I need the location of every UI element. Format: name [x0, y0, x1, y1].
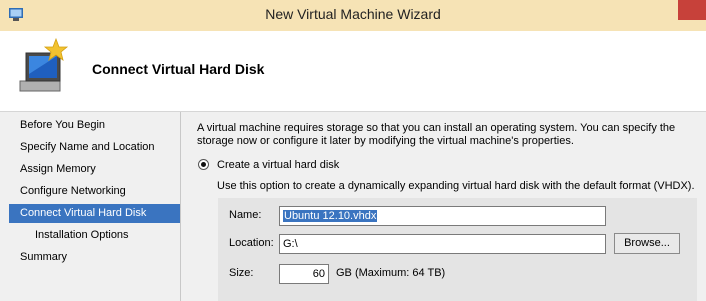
wizard-computer-icon — [19, 37, 69, 92]
create-vhd-description: Use this option to create a dynamically … — [217, 180, 695, 192]
size-unit-label: GB (Maximum: 64 TB) — [336, 267, 446, 279]
create-vhd-label[interactable]: Create a virtual hard disk — [217, 159, 339, 171]
wizard-nav: Before You Begin Specify Name and Locati… — [0, 112, 181, 301]
size-field[interactable]: 60 — [279, 264, 329, 284]
title-bar: New Virtual Machine Wizard — [0, 0, 706, 31]
wizard-body: Before You Begin Specify Name and Locati… — [0, 112, 706, 301]
name-field-value: Ubuntu 12.10.vhdx — [283, 210, 378, 222]
close-button[interactable] — [678, 0, 706, 20]
wizard-header: Connect Virtual Hard Disk — [0, 31, 706, 112]
location-field[interactable]: G:\ — [279, 234, 606, 254]
location-label: Location: — [229, 237, 274, 249]
nav-item-installation-options[interactable]: Installation Options — [9, 226, 180, 245]
page-title: Connect Virtual Hard Disk — [92, 61, 265, 77]
nav-item-assign-memory[interactable]: Assign Memory — [9, 160, 180, 179]
page-description: A virtual machine requires storage so th… — [197, 122, 676, 147]
nav-item-connect-virtual-hard-disk[interactable]: Connect Virtual Hard Disk — [9, 204, 180, 223]
create-vhd-radio[interactable] — [198, 159, 209, 170]
nav-item-summary[interactable]: Summary — [9, 248, 180, 267]
nav-item-before-you-begin[interactable]: Before You Begin — [9, 116, 180, 135]
size-label: Size: — [229, 267, 254, 279]
window-title: New Virtual Machine Wizard — [265, 6, 441, 22]
browse-button[interactable]: Browse... — [614, 233, 680, 254]
name-field[interactable]: Ubuntu 12.10.vhdx — [279, 206, 606, 226]
name-label: Name: — [229, 209, 262, 221]
nav-item-configure-networking[interactable]: Configure Networking — [9, 182, 180, 201]
nav-item-specify-name-and-location[interactable]: Specify Name and Location — [9, 138, 180, 157]
vhd-settings-group: Name: Ubuntu 12.10.vhdx Location: G:\ Br… — [218, 198, 697, 301]
